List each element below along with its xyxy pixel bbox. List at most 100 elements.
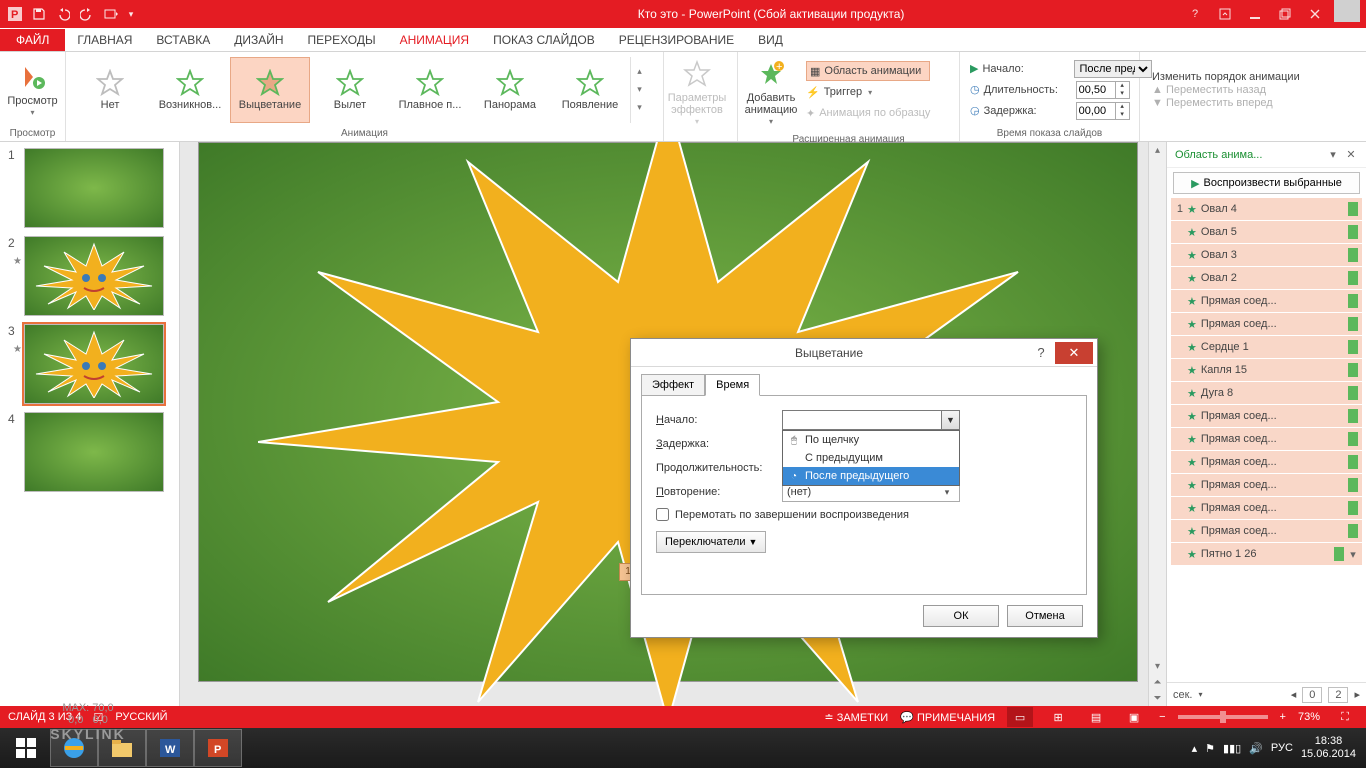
timeline-pos-2[interactable]: 2 xyxy=(1328,687,1348,703)
anim-item[interactable]: ★Пятно 1 26▾ xyxy=(1171,543,1362,565)
dialog-tab-time[interactable]: Время xyxy=(705,374,760,396)
add-animation-button[interactable]: + Добавить анимацию▾ xyxy=(742,54,800,131)
anim-item[interactable]: ★Овал 5 xyxy=(1171,221,1362,243)
dlg-ok-button[interactable]: ОК xyxy=(923,605,999,627)
fit-to-window-icon[interactable]: ⛶ xyxy=(1332,707,1358,727)
thumb-4[interactable]: 4 xyxy=(8,412,171,492)
anim-item[interactable]: ★Прямая соед... xyxy=(1171,474,1362,496)
thumb-3[interactable]: 3★ xyxy=(8,324,171,404)
animation-gallery[interactable]: НетВозникнов...ВыцветаниеВылетПлавное п.… xyxy=(70,57,630,123)
dialog-help-icon[interactable]: ? xyxy=(1027,345,1055,360)
tab-design[interactable]: ДИЗАЙН xyxy=(222,29,295,51)
tray-network-icon[interactable]: ▮▮▯ xyxy=(1223,742,1241,755)
comments-button[interactable]: 💬 ПРИМЕЧАНИЯ xyxy=(900,711,995,724)
taskbar-word[interactable]: W xyxy=(146,729,194,767)
tab-animation[interactable]: АНИМАЦИЯ xyxy=(388,29,481,51)
tray-expand-icon[interactable]: ▴ xyxy=(1192,742,1198,755)
chevron-down-icon[interactable]: ▼ xyxy=(941,411,959,429)
dialog-close-icon[interactable]: ✕ xyxy=(1055,342,1093,364)
sorter-view-icon[interactable]: ⊞ xyxy=(1045,707,1071,727)
tab-review[interactable]: РЕЦЕНЗИРОВАНИЕ xyxy=(607,29,746,51)
notes-button[interactable]: ≐ ЗАМЕТКИ xyxy=(824,711,888,724)
duration-spinner[interactable]: ▴▾ xyxy=(1076,81,1130,99)
anim-item[interactable]: ★Прямая соед... xyxy=(1171,290,1362,312)
zoom-slider[interactable] xyxy=(1178,715,1268,719)
minimize-icon[interactable] xyxy=(1240,0,1270,28)
dialog-tab-effect[interactable]: Эффект xyxy=(641,374,705,396)
dlg-rewind-checkbox[interactable] xyxy=(656,508,669,521)
anim-tile-2[interactable]: Выцветание xyxy=(230,57,310,123)
animation-pane-toggle[interactable]: ▦Область анимации xyxy=(806,61,930,81)
language-indicator[interactable]: РУССКИЙ xyxy=(115,711,167,723)
help-icon[interactable]: ? xyxy=(1180,0,1210,28)
tab-slideshow[interactable]: ПОКАЗ СЛАЙДОВ xyxy=(481,29,607,51)
anim-tile-4[interactable]: Плавное п... xyxy=(390,57,470,123)
preview-button[interactable]: Просмотр▾ xyxy=(4,57,61,122)
start-button[interactable] xyxy=(2,729,50,767)
next-slide-icon[interactable]: ⏷ xyxy=(1149,690,1166,706)
gallery-scroll[interactable]: ▴▾▾ xyxy=(630,57,648,123)
anim-item[interactable]: ★Дуга 8 xyxy=(1171,382,1362,404)
tab-home[interactable]: ГЛАВНАЯ xyxy=(65,29,144,51)
anim-item[interactable]: ★Овал 2 xyxy=(1171,267,1362,289)
delay-spinner[interactable]: ▴▾ xyxy=(1076,102,1130,120)
thumb-1[interactable]: 1 xyxy=(8,148,171,228)
anim-item[interactable]: ★Прямая соед... xyxy=(1171,405,1362,427)
anim-item[interactable]: ★Прямая соед... xyxy=(1171,451,1362,473)
anim-tile-5[interactable]: Панорама xyxy=(470,57,550,123)
dlg-start-combo[interactable]: ▼ 🖱По щелчку С предыдущим ◔После предыду… xyxy=(782,410,960,430)
timeline-pos-0[interactable]: 0 xyxy=(1302,687,1322,703)
slide-editor[interactable]: 1 Выцветание ? ✕ Эффект Время Начало: xyxy=(180,142,1166,706)
tab-transitions[interactable]: ПЕРЕХОДЫ xyxy=(296,29,388,51)
item-dropdown-icon[interactable]: ▾ xyxy=(1348,548,1358,561)
anim-item[interactable]: ★Прямая соед... xyxy=(1171,428,1362,450)
anim-item[interactable]: 1★Овал 4 xyxy=(1171,198,1362,220)
anim-item[interactable]: ★Капля 15 xyxy=(1171,359,1362,381)
tray-volume-icon[interactable]: 🔊 xyxy=(1249,742,1263,755)
close-icon[interactable] xyxy=(1300,0,1330,28)
tray-flag-icon[interactable]: ⚑ xyxy=(1205,742,1215,755)
dlg-triggers-button[interactable]: Переключатели ▼ xyxy=(656,531,766,553)
dlg-opt-onclick[interactable]: 🖱По щелчку xyxy=(783,431,959,449)
taskbar-ie[interactable] xyxy=(50,729,98,767)
account-placeholder[interactable] xyxy=(1334,0,1360,22)
dlg-cancel-button[interactable]: Отмена xyxy=(1007,605,1083,627)
anim-item[interactable]: ★Прямая соед... xyxy=(1171,497,1362,519)
thumb-2[interactable]: 2★ xyxy=(8,236,171,316)
reading-view-icon[interactable]: ▤ xyxy=(1083,707,1109,727)
tab-view[interactable]: ВИД xyxy=(746,29,795,51)
tab-insert[interactable]: ВСТАВКА xyxy=(144,29,222,51)
play-selected-button[interactable]: ▶Воспроизвести выбранные xyxy=(1173,172,1360,194)
slideshow-view-icon[interactable]: ▣ xyxy=(1121,707,1147,727)
slide-counter[interactable]: СЛАЙД 3 ИЗ 4 xyxy=(8,711,81,723)
zoom-level[interactable]: 73% xyxy=(1298,711,1320,723)
trigger-button[interactable]: ⚡Триггер▾ xyxy=(806,82,930,102)
anim-tile-1[interactable]: Возникнов... xyxy=(150,57,230,123)
anim-item[interactable]: ★Сердце 1 xyxy=(1171,336,1362,358)
start-from-beginning-icon[interactable] xyxy=(100,3,122,25)
spellcheck-icon[interactable]: ☑ xyxy=(93,711,103,724)
undo-icon[interactable] xyxy=(52,3,74,25)
scroll-up-icon[interactable]: ▴ xyxy=(1149,142,1166,158)
save-icon[interactable] xyxy=(28,3,50,25)
prev-slide-icon[interactable]: ⏶ xyxy=(1149,674,1166,690)
anim-item[interactable]: ★Прямая соед... xyxy=(1171,313,1362,335)
anim-item[interactable]: ★Овал 3 xyxy=(1171,244,1362,266)
tab-file[interactable]: ФАЙЛ xyxy=(0,29,65,51)
taskbar-explorer[interactable] xyxy=(98,729,146,767)
anim-tile-3[interactable]: Вылет xyxy=(310,57,390,123)
restore-icon[interactable] xyxy=(1270,0,1300,28)
tray-clock[interactable]: 18:3815.06.2014 xyxy=(1301,735,1356,761)
dlg-opt-withprev[interactable]: С предыдущим xyxy=(783,449,959,467)
normal-view-icon[interactable]: ▭ xyxy=(1007,707,1033,727)
scroll-down-icon[interactable]: ▾ xyxy=(1149,658,1166,674)
anim-item[interactable]: ★Прямая соед... xyxy=(1171,520,1362,542)
qat-customize-icon[interactable]: ▾ xyxy=(124,3,138,25)
pane-close-icon[interactable]: ✕ xyxy=(1344,148,1358,162)
ribbon-display-icon[interactable] xyxy=(1210,0,1240,28)
pane-dropdown-icon[interactable]: ▾ xyxy=(1326,148,1340,162)
anim-tile-6[interactable]: Появление xyxy=(550,57,630,123)
redo-icon[interactable] xyxy=(76,3,98,25)
anim-tile-0[interactable]: Нет xyxy=(70,57,150,123)
app-icon[interactable]: P xyxy=(4,3,26,25)
